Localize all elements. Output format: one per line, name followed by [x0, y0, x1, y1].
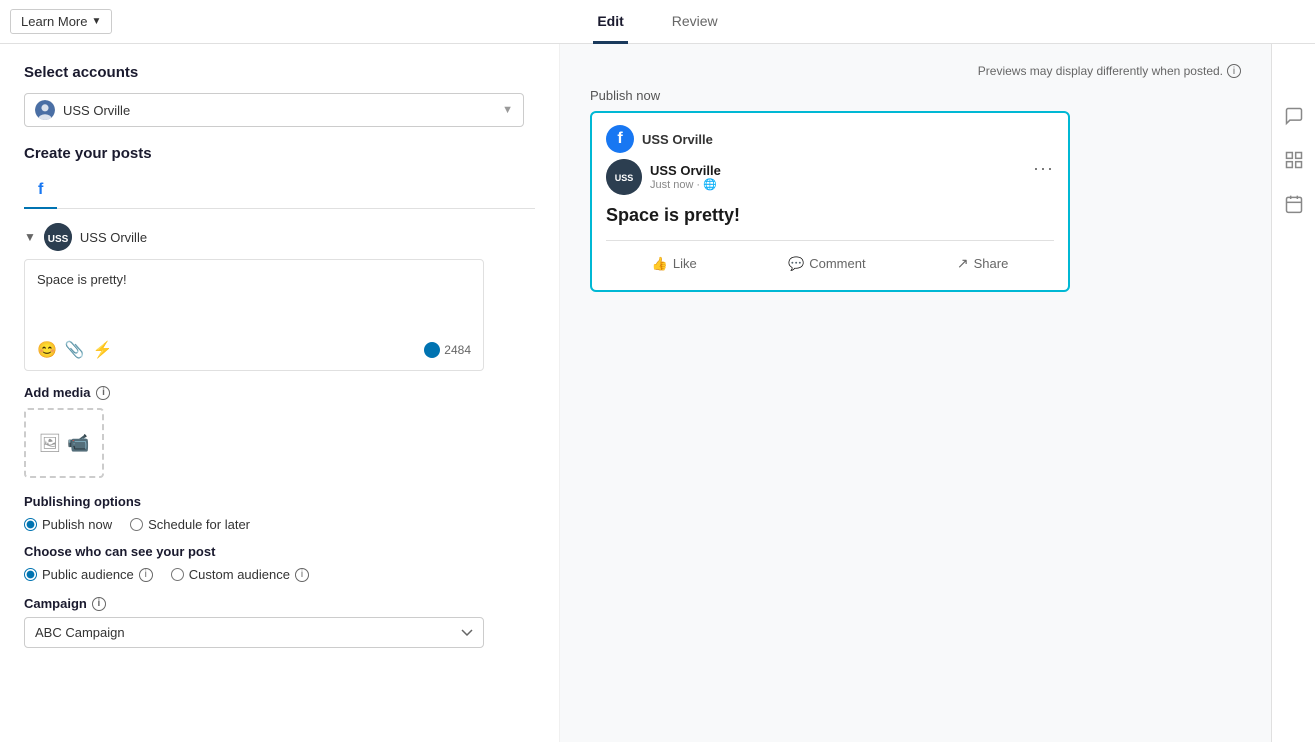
preview-card-body: USS USS Orville Just now · 🌐 ··· — [592, 159, 1068, 290]
preview-facebook-icon: f — [606, 125, 634, 153]
share-label: Share — [974, 256, 1009, 271]
like-icon: 👍 — [652, 256, 668, 272]
audience-radio-row: Public audience i Custom audience i — [24, 567, 535, 582]
account-selector[interactable]: USS Orville ▼ — [24, 93, 524, 127]
preview-card: f USS Orville USS USS Orville — [590, 111, 1070, 292]
account-selector-chevron-icon: ▼ — [502, 104, 513, 116]
account-icon — [35, 100, 55, 120]
publish-label: Publish now — [590, 88, 1241, 103]
post-text-content[interactable]: Space is pretty! — [37, 270, 471, 330]
schedule-later-label: Schedule for later — [148, 517, 250, 532]
public-audience-option[interactable]: Public audience i — [24, 567, 153, 582]
tab-edit[interactable]: Edit — [593, 1, 627, 44]
sidebar-chat-icon[interactable] — [1282, 104, 1306, 128]
share-button[interactable]: ↗ Share — [949, 251, 1016, 276]
custom-audience-info-icon[interactable]: i — [295, 568, 309, 582]
learn-more-chevron-icon: ▼ — [91, 16, 101, 27]
right-sidebar — [1271, 44, 1315, 742]
post-account-name: USS Orville — [80, 230, 147, 245]
publish-now-option[interactable]: Publish now — [24, 517, 112, 532]
audience-title: Choose who can see your post — [24, 544, 535, 559]
custom-audience-label: Custom audience — [189, 567, 290, 582]
comment-icon: 💬 — [788, 256, 804, 272]
preview-author-row: USS USS Orville Just now · 🌐 ··· — [606, 159, 1054, 195]
campaign-select[interactable]: ABC Campaign Campaign B Campaign C — [24, 617, 484, 648]
preview-more-button[interactable]: ··· — [1033, 159, 1054, 177]
public-audience-info-icon[interactable]: i — [139, 568, 153, 582]
sidebar-calendar-icon[interactable] — [1282, 192, 1306, 216]
char-count-value: 2484 — [444, 343, 471, 357]
create-posts-title: Create your posts — [24, 145, 535, 162]
attachment-icon[interactable]: 📎 — [65, 340, 85, 360]
learn-more-button[interactable]: Learn More ▼ — [10, 9, 112, 34]
image-upload-icon: 🖼 — [38, 433, 61, 454]
char-count: 2484 — [424, 342, 471, 358]
comment-button[interactable]: 💬 Comment — [780, 252, 874, 276]
right-panel: Previews may display differently when po… — [560, 44, 1271, 742]
tab-bar: Edit Review — [593, 0, 721, 43]
emoji-icon[interactable]: 😊 — [37, 340, 57, 360]
publish-now-label: Publish now — [42, 517, 112, 532]
char-count-circle — [424, 342, 440, 358]
preview-actions: 👍 Like 💬 Comment ↗ Share — [606, 240, 1054, 276]
main-layout: Select accounts USS Orville ▼ Create you… — [0, 44, 1315, 742]
custom-audience-radio[interactable] — [171, 568, 184, 581]
account-selector-name: USS Orville — [63, 103, 494, 118]
custom-audience-option[interactable]: Custom audience i — [171, 567, 309, 582]
preview-account-name-header: USS Orville — [642, 132, 713, 147]
preview-timestamp: Just now — [650, 179, 693, 191]
tab-review[interactable]: Review — [668, 1, 722, 44]
publishing-options-title: Publishing options — [24, 494, 535, 509]
add-media-info-icon[interactable]: i — [96, 386, 110, 400]
preview-note: Previews may display differently when po… — [590, 64, 1241, 78]
preview-info-icon[interactable]: i — [1227, 64, 1241, 78]
post-toolbar: 😊 📎 ⚡ 2484 — [37, 340, 471, 360]
svg-text:USS: USS — [615, 173, 634, 183]
preview-author-name: USS Orville — [650, 163, 721, 178]
post-text-area[interactable]: Space is pretty! 😊 📎 ⚡ 2484 — [24, 259, 484, 371]
select-accounts-title: Select accounts — [24, 64, 535, 81]
media-upload-box[interactable]: 🖼 📹 — [24, 408, 104, 478]
comment-label: Comment — [809, 256, 865, 271]
post-account-avatar: USS — [44, 223, 72, 251]
schedule-later-radio[interactable] — [130, 518, 143, 531]
public-audience-radio[interactable] — [24, 568, 37, 581]
public-audience-label: Public audience — [42, 567, 134, 582]
schedule-later-option[interactable]: Schedule for later — [130, 517, 250, 532]
sidebar-grid-icon[interactable] — [1282, 148, 1306, 172]
video-upload-icon: 📹 — [67, 433, 89, 454]
add-media-row: Add media i — [24, 385, 535, 400]
preview-author-meta: Just now · 🌐 — [650, 178, 721, 191]
share-icon: ↗ — [957, 255, 969, 272]
preview-card-header: f USS Orville — [592, 113, 1068, 159]
collapse-account-button[interactable]: ▼ — [24, 230, 36, 244]
tab-facebook[interactable]: f — [24, 173, 57, 209]
learn-more-label: Learn More — [21, 14, 87, 29]
preview-post-text: Space is pretty! — [606, 205, 1054, 226]
preview-avatar: USS — [606, 159, 642, 195]
campaign-title: Campaign i — [24, 596, 535, 611]
lightning-icon[interactable]: ⚡ — [93, 340, 113, 360]
preview-author-info: USS USS Orville Just now · 🌐 — [606, 159, 721, 195]
like-button[interactable]: 👍 Like — [644, 252, 705, 276]
platform-tabs: f — [24, 172, 535, 209]
like-label: Like — [673, 256, 697, 271]
add-media-label: Add media — [24, 385, 90, 400]
campaign-info-icon[interactable]: i — [92, 597, 106, 611]
post-account-row: ▼ USS USS Orville — [24, 223, 535, 251]
globe-icon: 🌐 — [703, 178, 717, 191]
left-panel: Select accounts USS Orville ▼ Create you… — [0, 44, 560, 742]
svg-text:USS: USS — [48, 234, 69, 245]
preview-author-details: USS Orville Just now · 🌐 — [650, 163, 721, 191]
publish-now-radio[interactable] — [24, 518, 37, 531]
publishing-radio-row: Publish now Schedule for later — [24, 517, 535, 532]
separator-dot: · — [696, 179, 700, 191]
facebook-icon: f — [38, 181, 43, 198]
top-bar: Learn More ▼ Edit Review — [0, 0, 1315, 44]
